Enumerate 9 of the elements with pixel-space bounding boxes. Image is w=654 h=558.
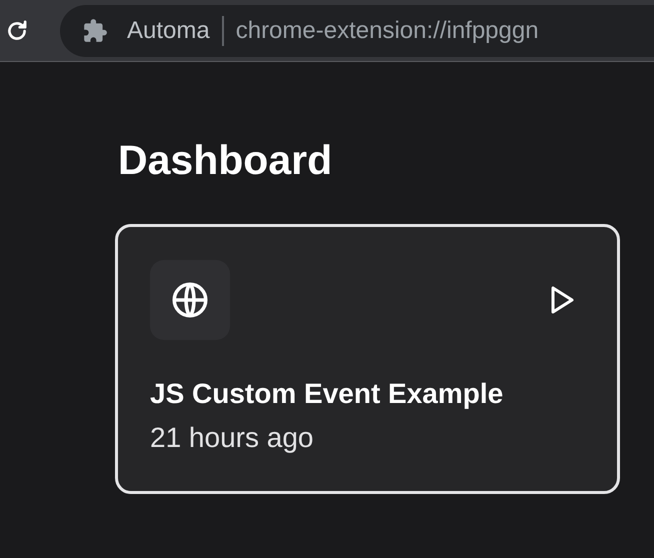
- puzzle-icon: [82, 18, 108, 44]
- address-bar[interactable]: Automa chrome-extension://infppggn: [60, 4, 654, 56]
- url-text: chrome-extension://infppggn: [236, 16, 539, 46]
- workflow-card[interactable]: JS Custom Event Example 21 hours ago: [115, 224, 620, 494]
- play-icon: [549, 285, 575, 315]
- extension-name: Automa: [127, 16, 210, 46]
- updated-time: 21 hours ago: [150, 421, 314, 455]
- page-title: Dashboard: [118, 136, 334, 185]
- workflow-name: JS Custom Event Example: [150, 377, 504, 411]
